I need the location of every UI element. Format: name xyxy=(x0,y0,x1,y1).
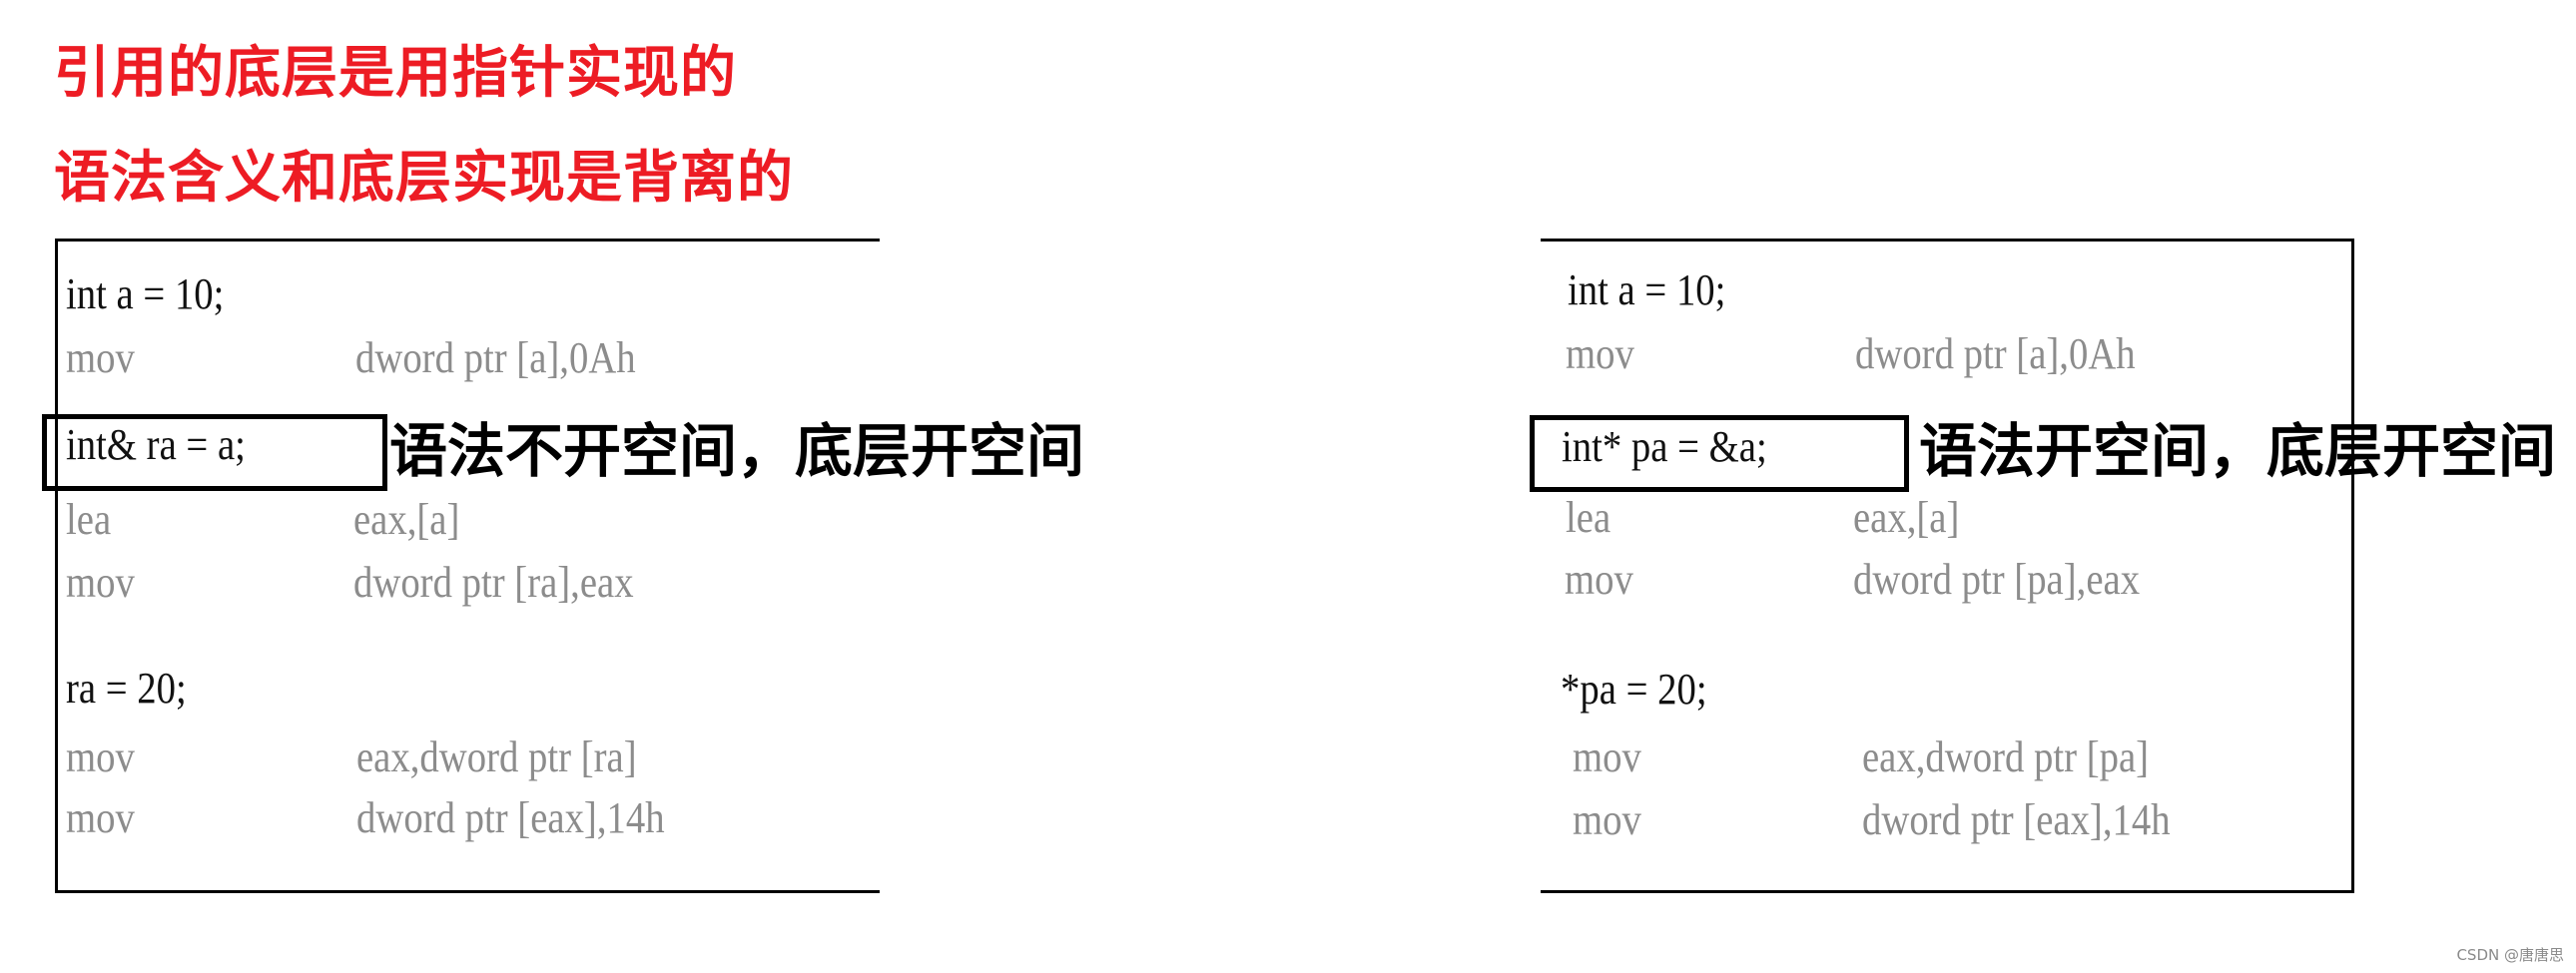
asm-operands: dword ptr [eax],14h xyxy=(1862,795,2171,844)
asm-mnemonic: mov xyxy=(1566,329,1634,378)
asm-operands: eax,dword ptr [pa] xyxy=(1862,732,2150,781)
asm-operands: dword ptr [a],0Ah xyxy=(1855,329,2136,378)
code-line-source: int a = 10; xyxy=(66,269,225,318)
highlight-box-pointer xyxy=(1530,415,1909,492)
asm-mnemonic: mov xyxy=(1573,795,1641,844)
asm-mnemonic: mov xyxy=(1565,555,1633,604)
asm-mnemonic: mov xyxy=(66,793,135,842)
asm-operands: dword ptr [eax],14h xyxy=(356,793,665,842)
asm-operands: eax,[a] xyxy=(353,495,460,544)
code-line-source: int a = 10; xyxy=(1568,265,1726,314)
asm-operands: eax,[a] xyxy=(1853,493,1960,542)
code-line-source: ra = 20; xyxy=(66,664,187,713)
highlight-box-reference xyxy=(42,414,387,491)
asm-mnemonic: mov xyxy=(66,558,135,607)
asm-mnemonic: lea xyxy=(1566,493,1611,542)
title-line-2: 语法含义和底层实现是背离的 xyxy=(54,146,794,211)
annotation-reference: 语法不开空间，底层开空间 xyxy=(389,417,1085,485)
watermark: CSDN @唐唐思 xyxy=(2456,946,2564,964)
asm-mnemonic: lea xyxy=(66,495,112,544)
annotation-pointer: 语法开空间，底层开空间 xyxy=(1919,417,2557,485)
asm-operands: dword ptr [ra],eax xyxy=(353,558,634,607)
code-line-source: *pa = 20; xyxy=(1561,665,1707,714)
asm-mnemonic: mov xyxy=(66,732,135,781)
asm-mnemonic: mov xyxy=(1573,732,1641,781)
title-line-1: 引用的底层是用指针实现的 xyxy=(54,41,737,106)
asm-operands: dword ptr [a],0Ah xyxy=(355,333,636,382)
asm-operands: eax,dword ptr [ra] xyxy=(356,732,637,781)
asm-operands: dword ptr [pa],eax xyxy=(1853,555,2141,604)
asm-mnemonic: mov xyxy=(66,333,135,382)
